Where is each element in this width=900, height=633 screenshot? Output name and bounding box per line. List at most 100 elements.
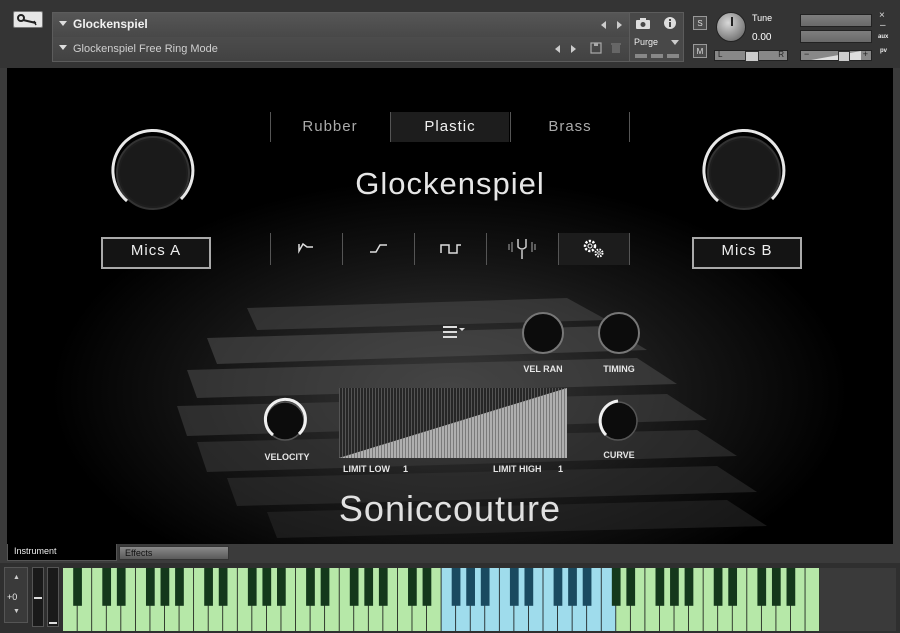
black-key[interactable]	[451, 568, 461, 606]
black-key[interactable]	[655, 568, 665, 606]
purge-chevron-icon[interactable]	[671, 40, 679, 45]
filter-tab[interactable]	[343, 233, 413, 265]
black-key[interactable]	[306, 568, 315, 606]
memory-indicator-2	[651, 54, 663, 58]
black-key[interactable]	[771, 568, 781, 606]
modulation-tab[interactable]	[415, 233, 485, 265]
pan-handle[interactable]	[745, 51, 759, 62]
instrument-menu-icon[interactable]	[59, 21, 67, 26]
limit-high-label: LIMIT HIGH	[493, 464, 542, 474]
trash-icon[interactable]	[609, 41, 623, 55]
instrument-name[interactable]: Glockenspiel	[73, 17, 148, 31]
pan-slider[interactable]: L R	[714, 50, 788, 62]
black-key[interactable]	[553, 568, 563, 606]
wrench-icon[interactable]	[13, 11, 43, 28]
purge-panel: Purge	[630, 12, 684, 62]
black-key[interactable]	[582, 568, 592, 606]
limit-high-value[interactable]: 1	[558, 464, 563, 474]
prev-snapshot-icon[interactable]	[555, 45, 560, 53]
mics-a-knob[interactable]	[108, 128, 198, 218]
minimize-button[interactable]: –	[880, 20, 886, 31]
white-key[interactable]	[805, 568, 820, 631]
solo-button[interactable]: S	[693, 16, 707, 30]
save-icon[interactable]	[589, 41, 603, 55]
info-icon[interactable]	[663, 16, 677, 30]
black-key[interactable]	[73, 568, 82, 606]
level-meter-left	[800, 14, 872, 27]
black-key[interactable]	[378, 568, 388, 606]
black-key[interactable]	[786, 568, 796, 606]
timing-knob[interactable]	[595, 309, 643, 357]
black-key[interactable]	[247, 568, 257, 606]
black-key[interactable]	[684, 568, 694, 606]
black-key[interactable]	[568, 568, 577, 606]
menu-lines-icon[interactable]	[441, 323, 467, 341]
piano-keyboard[interactable]	[63, 568, 820, 631]
memory-indicator-3	[667, 54, 679, 58]
octave-up-button[interactable]: ▲	[13, 574, 20, 581]
black-key[interactable]	[364, 568, 374, 606]
black-key[interactable]	[480, 568, 490, 606]
black-key[interactable]	[145, 568, 155, 606]
settings-tab[interactable]	[559, 233, 629, 265]
mics-a-button[interactable]: Mics A	[101, 237, 211, 269]
black-key[interactable]	[466, 568, 475, 606]
velocity-curve-graph[interactable]	[339, 388, 567, 458]
mics-b-knob[interactable]	[699, 128, 789, 218]
mics-b-button[interactable]: Mics B	[692, 237, 802, 269]
black-key[interactable]	[509, 568, 519, 606]
black-key[interactable]	[728, 568, 738, 606]
volume-handle[interactable]	[838, 51, 850, 62]
tab-brass[interactable]: Brass	[511, 112, 629, 142]
velocity-knob[interactable]	[261, 397, 309, 445]
prev-instrument-icon[interactable]	[601, 21, 606, 29]
volume-slider[interactable]: − +	[800, 49, 872, 62]
black-key[interactable]	[408, 568, 417, 606]
black-key[interactable]	[262, 568, 272, 606]
vel-ran-label: VEL RAN	[523, 364, 563, 374]
next-snapshot-icon[interactable]	[571, 45, 576, 53]
black-key[interactable]	[320, 568, 330, 606]
pitch-wheel[interactable]	[32, 567, 44, 627]
tab-instrument[interactable]: Instrument	[7, 544, 117, 561]
memory-indicator-1	[635, 54, 647, 58]
black-key[interactable]	[160, 568, 170, 606]
pv-button[interactable]: pv	[880, 48, 887, 54]
tuning-tab[interactable]	[487, 233, 557, 265]
black-key[interactable]	[349, 568, 359, 606]
octave-down-button[interactable]: ▼	[13, 608, 20, 615]
black-key[interactable]	[757, 568, 767, 606]
purge-dropdown[interactable]: Purge	[634, 37, 658, 47]
tuning-fork-icon	[508, 239, 536, 259]
snapshot-name[interactable]: Glockenspiel Free Ring Mode	[73, 43, 218, 55]
tab-rubber[interactable]: Rubber	[271, 112, 389, 142]
curve-knob[interactable]	[594, 397, 642, 445]
limit-low-value[interactable]: 1	[403, 464, 408, 474]
black-key[interactable]	[102, 568, 112, 606]
next-instrument-icon[interactable]	[617, 21, 622, 29]
camera-icon[interactable]	[635, 17, 651, 30]
tab-plastic[interactable]: Plastic	[391, 112, 509, 142]
tune-value[interactable]: 0.00	[752, 32, 771, 43]
black-key[interactable]	[670, 568, 679, 606]
vel-ran-knob[interactable]	[519, 309, 567, 357]
snapshot-menu-icon[interactable]	[59, 45, 67, 50]
black-key[interactable]	[524, 568, 534, 606]
instrument-panel: Rubber Plastic Brass Glockenspiel Mics A…	[7, 68, 893, 544]
tune-knob[interactable]	[716, 12, 746, 42]
envelope-tab[interactable]	[271, 233, 341, 265]
black-key[interactable]	[713, 568, 723, 606]
tab-effects[interactable]: Effects	[119, 546, 229, 560]
mute-button[interactable]: M	[693, 44, 707, 58]
black-key[interactable]	[204, 568, 213, 606]
black-key[interactable]	[626, 568, 636, 606]
mod-wheel[interactable]	[47, 567, 59, 627]
black-key[interactable]	[422, 568, 432, 606]
black-key[interactable]	[218, 568, 228, 606]
black-key[interactable]	[611, 568, 621, 606]
black-key[interactable]	[116, 568, 126, 606]
aux-button[interactable]: aux	[878, 34, 888, 40]
black-key[interactable]	[175, 568, 184, 606]
black-key[interactable]	[277, 568, 286, 606]
instrument-name-row: Glockenspiel	[53, 13, 629, 38]
